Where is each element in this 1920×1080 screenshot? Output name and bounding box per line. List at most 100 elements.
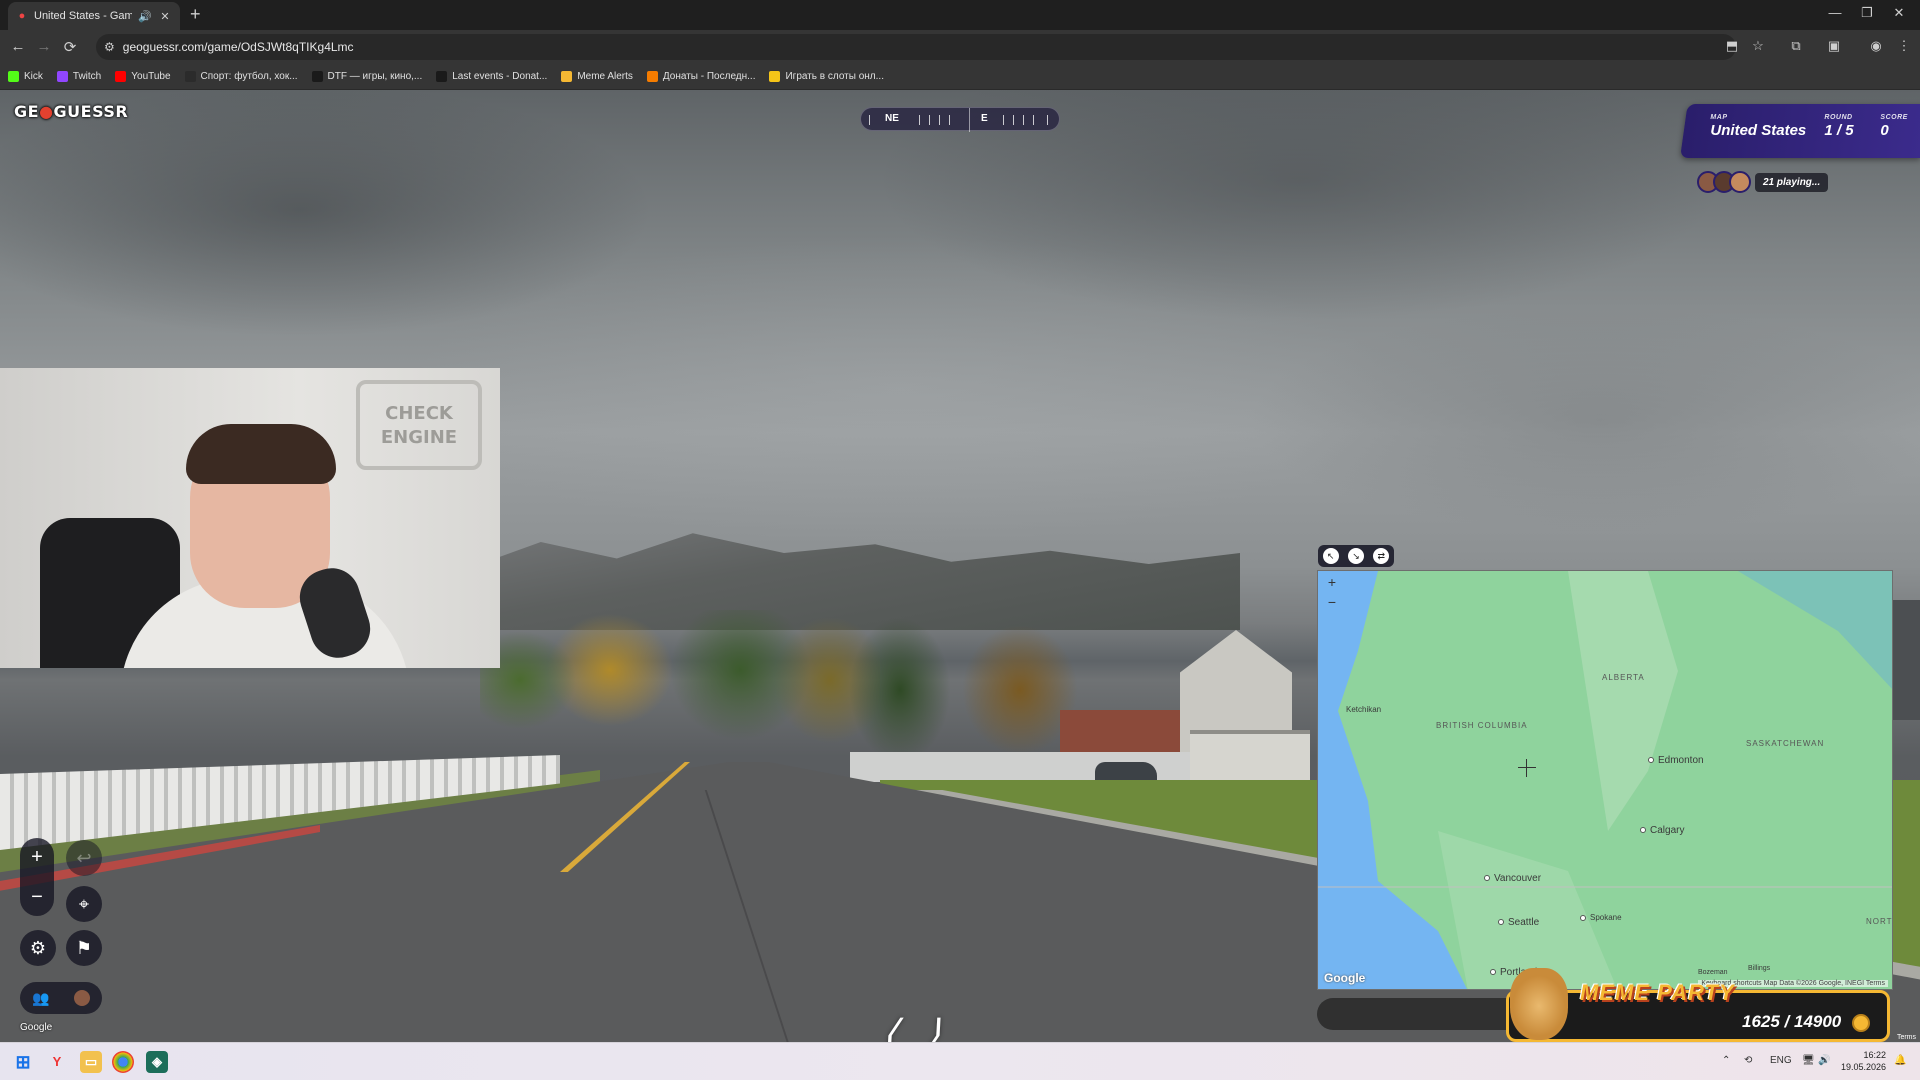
- zoom-in-button[interactable]: +: [20, 838, 54, 876]
- avatar[interactable]: [73, 990, 90, 1006]
- profile-icon[interactable]: ◉: [1866, 38, 1886, 54]
- city-label: Billings: [1748, 965, 1771, 972]
- party-controls[interactable]: 👥: [20, 982, 102, 1014]
- browser-tab[interactable]: ● United States - Game - Ge 🔊 ✕: [8, 2, 180, 30]
- bookmark-item[interactable]: Kick: [8, 71, 43, 82]
- map-zoom-in-button[interactable]: +: [1324, 575, 1340, 591]
- webcam-overlay: CHECK ENGINE: [0, 368, 500, 668]
- region-label: ALBERTA: [1602, 673, 1645, 682]
- clock[interactable]: 16:22 19.05.2026: [1836, 1049, 1886, 1073]
- bookmark-label: Twitch: [72, 71, 102, 82]
- volume-icon[interactable]: 🔊: [1818, 1055, 1830, 1066]
- map-zoom-out-button[interactable]: −: [1324, 595, 1340, 611]
- region-label: SASKATCHEWAN: [1746, 739, 1825, 748]
- bookmark-item[interactable]: Meme Alerts: [561, 71, 633, 82]
- flag-button[interactable]: ⚑: [66, 930, 102, 966]
- terms-link[interactable]: Terms: [1897, 1034, 1916, 1041]
- region-label: BRITISH COLUMBIA: [1436, 721, 1528, 730]
- party-icon[interactable]: 👥: [32, 990, 49, 1007]
- bookmark-favicon-icon: [646, 71, 658, 82]
- coin-icon: [1852, 1014, 1870, 1032]
- compass-tick: [1047, 115, 1048, 125]
- bookmark-label: Спорт: футбол, хок...: [200, 71, 298, 82]
- bookmark-favicon-icon: [56, 71, 68, 82]
- doge-icon: [1510, 968, 1568, 1040]
- menu-icon[interactable]: ⋮: [1894, 38, 1914, 54]
- reload-icon[interactable]: ⟳: [60, 38, 80, 56]
- tab-title: United States - Game - Ge: [34, 10, 132, 22]
- chrome-icon[interactable]: [112, 1051, 134, 1073]
- language-indicator[interactable]: ENG: [1770, 1055, 1792, 1066]
- network-icon[interactable]: 🖥: [1802, 1055, 1815, 1066]
- windows-start-icon[interactable]: ⊞: [12, 1051, 34, 1073]
- bookmark-label: Донаты - Последн...: [662, 71, 756, 82]
- app-icon[interactable]: ◈: [146, 1051, 168, 1073]
- address-bar[interactable]: ⚙ geoguessr.com/game/OdSJWt8qTIKg4Lmc: [96, 34, 1736, 60]
- city-label: Seattle: [1498, 917, 1539, 928]
- site-info-icon[interactable]: ⚙: [104, 40, 115, 54]
- shrink-map-icon[interactable]: ↘: [1347, 548, 1364, 564]
- extensions-icon[interactable]: ⧉: [1786, 38, 1806, 54]
- round-caption: ROUND: [1824, 114, 1853, 121]
- maximize-icon[interactable]: ❐: [1852, 5, 1882, 21]
- return-to-start-button[interactable]: ⌖: [66, 886, 102, 922]
- tray-chevron-icon[interactable]: ⌃: [1722, 1055, 1730, 1066]
- notifications-icon[interactable]: 🔔: [1894, 1055, 1906, 1066]
- bookmarks-bar: Kick Twitch YouTube Спорт: футбол, хок... DT…: [0, 64, 1920, 90]
- zoom-controls: + −: [20, 838, 54, 916]
- side-panel-icon[interactable]: ▣: [1824, 38, 1844, 54]
- wall-sign: CHECK ENGINE: [356, 380, 482, 470]
- city-label: Ketchikan: [1346, 705, 1382, 714]
- city-label: Bozeman: [1698, 969, 1728, 976]
- bookmark-item[interactable]: Last events - Donat...: [436, 71, 547, 82]
- streamer-hair: [186, 424, 336, 484]
- forward-icon[interactable]: →: [34, 38, 54, 55]
- compass-label-e: E: [981, 113, 988, 124]
- map-caption: MAP: [1710, 114, 1728, 121]
- bookmark-item[interactable]: YouTube: [115, 71, 171, 82]
- pin-map-icon[interactable]: ⇄: [1373, 548, 1390, 564]
- new-tab-button[interactable]: +: [190, 5, 201, 23]
- geoguessr-pin-icon: ●: [18, 10, 26, 22]
- bookmark-star-icon[interactable]: ☆: [1748, 38, 1768, 54]
- meme-party-score: 1625 / 14900: [1742, 1012, 1842, 1031]
- minimize-icon[interactable]: —: [1820, 5, 1850, 20]
- map-size-controls: ↖ ↘ ⇄: [1318, 545, 1394, 567]
- logo-pin-icon: ●: [39, 102, 54, 121]
- install-app-icon[interactable]: ⬒: [1722, 38, 1742, 54]
- map-value: United States: [1710, 122, 1807, 139]
- geoguessr-logo[interactable]: GE●GUESSR: [14, 102, 128, 121]
- bookmark-item[interactable]: Донаты - Последн...: [646, 71, 756, 82]
- close-tab-icon[interactable]: ✕: [158, 10, 172, 23]
- city-label: Spokane: [1580, 913, 1622, 922]
- bookmark-favicon-icon: [311, 71, 323, 82]
- back-icon[interactable]: ←: [8, 38, 28, 55]
- bookmark-item[interactable]: DTF — игры, кино,...: [311, 71, 422, 82]
- bookmark-item[interactable]: Играть в слоты онл...: [769, 71, 884, 82]
- file-explorer-icon[interactable]: ▭: [80, 1051, 102, 1073]
- players-indicator[interactable]: 21 playing...: [1697, 170, 1829, 194]
- undo-move-button[interactable]: ↩: [66, 840, 102, 876]
- speaker-icon[interactable]: 🔊: [138, 10, 152, 23]
- bookmark-item[interactable]: Спорт: футбол, хок...: [184, 71, 298, 82]
- compass-tick: [1013, 115, 1014, 125]
- close-window-icon[interactable]: ✕: [1884, 5, 1914, 21]
- zoom-out-button[interactable]: −: [20, 878, 54, 916]
- date: 19.05.2026: [1840, 1062, 1886, 1072]
- yandex-browser-icon[interactable]: Y: [46, 1051, 68, 1073]
- tray-app-icon[interactable]: ⟲: [1744, 1055, 1752, 1066]
- settings-button[interactable]: ⚙: [20, 930, 56, 966]
- logo-text: GUESSR: [53, 102, 129, 121]
- bookmark-item[interactable]: Twitch: [56, 71, 102, 82]
- url-text: geoguessr.com/game/OdSJWt8qTIKg4Lmc: [122, 40, 354, 54]
- bookmark-label: Kick: [24, 71, 43, 82]
- score-caption: SCORE: [1880, 114, 1908, 121]
- expand-map-icon[interactable]: ↖: [1322, 548, 1339, 564]
- compass-tick: [919, 115, 920, 125]
- time: 16:22: [1863, 1050, 1886, 1060]
- guess-map[interactable]: + − ALBERTA BRITISH COLUMBIA SASKATCHEWA…: [1317, 570, 1893, 990]
- bookmark-favicon-icon: [769, 71, 781, 82]
- street-view-panorama[interactable]: ⟨ ⟩ CHECK ENGINE GE●GUESSR NE E MAP Unit…: [0, 90, 1920, 1042]
- bookmark-favicon-icon: [436, 71, 448, 82]
- bookmark-label: YouTube: [131, 71, 171, 82]
